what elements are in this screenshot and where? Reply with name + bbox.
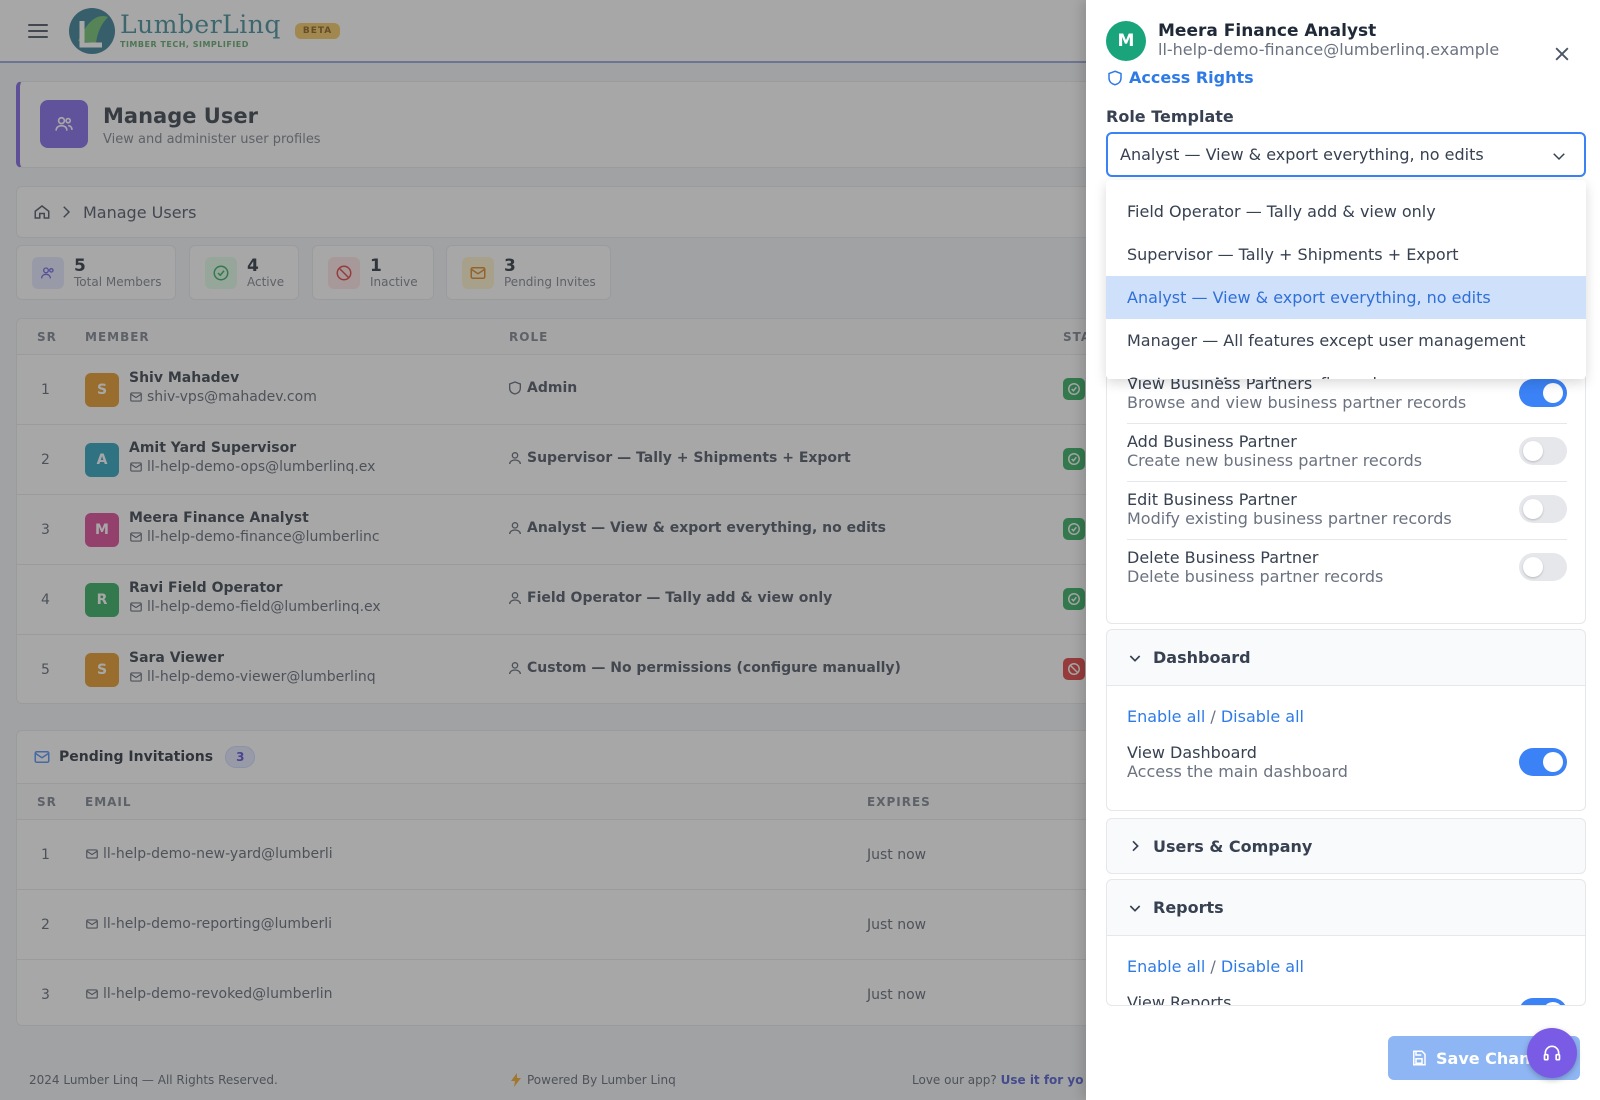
section-reports-body: Enable all / Disable all View Reports xyxy=(1106,936,1586,1006)
disable-all-link[interactable]: Disable all xyxy=(1221,707,1304,726)
section-reports-header[interactable]: Reports xyxy=(1106,879,1586,936)
permission-title: View Reports xyxy=(1127,993,1232,1006)
chevron-down-icon xyxy=(1129,904,1141,912)
headset-icon xyxy=(1543,1045,1561,1061)
divider xyxy=(1127,423,1567,424)
permission-title: View Dashboard xyxy=(1127,743,1257,762)
section-users-company-header[interactable]: Users & Company xyxy=(1106,818,1586,874)
drawer-user-email: ll-help-demo-finance@lumberlinq.example xyxy=(1158,40,1500,59)
disable-all-link[interactable]: Disable all xyxy=(1221,957,1304,976)
access-rights-drawer: M Meera Finance Analyst ll-help-demo-fin… xyxy=(1086,0,1600,1100)
divider xyxy=(1127,539,1567,540)
permission-item: View Reports xyxy=(1127,993,1567,1006)
permission-toggle[interactable] xyxy=(1519,998,1567,1005)
bulk-toggle-row: Enable all / Disable all xyxy=(1127,707,1304,726)
permission-item: Delete Business Partner Delete business p… xyxy=(1127,548,1567,586)
save-icon xyxy=(1413,1050,1426,1066)
role-option[interactable]: Field Operator — Tally add & view only xyxy=(1106,190,1586,233)
business-partner-permissions: View Business Partners Browse and view bu… xyxy=(1106,340,1586,624)
chevron-down-icon xyxy=(1553,153,1565,161)
role-template-select[interactable]: Analyst — View & export everything, no e… xyxy=(1106,132,1586,177)
enable-all-link[interactable]: Enable all xyxy=(1127,707,1205,726)
separator: / xyxy=(1210,707,1216,726)
section-title: Reports xyxy=(1153,898,1224,917)
role-option[interactable]: Supervisor — Tally + Shipments + Export xyxy=(1106,233,1586,276)
permission-description: Access the main dashboard xyxy=(1127,762,1348,781)
shield-icon xyxy=(1108,69,1122,86)
permission-item: View Dashboard Access the main dashboard xyxy=(1127,743,1567,781)
role-template-dropdown: Field Operator — Tally add & view only S… xyxy=(1106,180,1586,379)
avatar: M xyxy=(1106,21,1146,61)
separator: / xyxy=(1210,957,1216,976)
access-rights-label: Access Rights xyxy=(1129,68,1254,87)
permission-toggle[interactable] xyxy=(1519,437,1567,465)
drawer-user-name: Meera Finance Analyst xyxy=(1158,21,1377,41)
access-rights-heading: Access Rights xyxy=(1106,68,1254,87)
permission-description: Delete business partner records xyxy=(1127,567,1384,586)
modal-backdrop[interactable] xyxy=(0,0,1086,1100)
role-option-selected[interactable]: Analyst — View & export everything, no e… xyxy=(1106,276,1586,319)
role-option[interactable]: Manager — All features except user manag… xyxy=(1106,319,1586,362)
permission-toggle[interactable] xyxy=(1519,495,1567,523)
role-template-value: Analyst — View & export everything, no e… xyxy=(1120,145,1484,164)
permission-item: Edit Business Partner Modify existing bus… xyxy=(1127,490,1567,528)
permission-item: Add Business Partner Create new business … xyxy=(1127,432,1567,470)
close-icon[interactable] xyxy=(1552,44,1572,64)
permission-title: Add Business Partner xyxy=(1127,432,1297,451)
bulk-toggle-row: Enable all / Disable all xyxy=(1127,957,1304,976)
permission-title: Edit Business Partner xyxy=(1127,490,1297,509)
role-option[interactable]: Custom — Manually configured xyxy=(1106,362,1586,379)
section-title: Dashboard xyxy=(1153,648,1251,667)
section-dashboard-header[interactable]: Dashboard xyxy=(1106,629,1586,686)
permission-toggle[interactable] xyxy=(1519,553,1567,581)
divider xyxy=(1127,481,1567,482)
permission-description: Modify existing business partner records xyxy=(1127,509,1452,528)
permission-description: Create new business partner records xyxy=(1127,451,1423,470)
help-button[interactable] xyxy=(1527,1028,1577,1078)
section-title: Users & Company xyxy=(1153,836,1313,856)
permission-toggle[interactable] xyxy=(1519,379,1567,407)
permission-title: Delete Business Partner xyxy=(1127,548,1319,567)
permission-description: Browse and view business partner records xyxy=(1127,393,1467,412)
role-template-label: Role Template xyxy=(1106,107,1234,126)
permission-item: View Business Partners Browse and view bu… xyxy=(1127,374,1567,412)
permission-toggle[interactable] xyxy=(1519,748,1567,776)
chevron-right-icon xyxy=(1132,840,1139,852)
chevron-down-icon xyxy=(1129,654,1141,662)
section-dashboard-body: Enable all / Disable all View Dashboard … xyxy=(1106,686,1586,811)
enable-all-link[interactable]: Enable all xyxy=(1127,957,1205,976)
